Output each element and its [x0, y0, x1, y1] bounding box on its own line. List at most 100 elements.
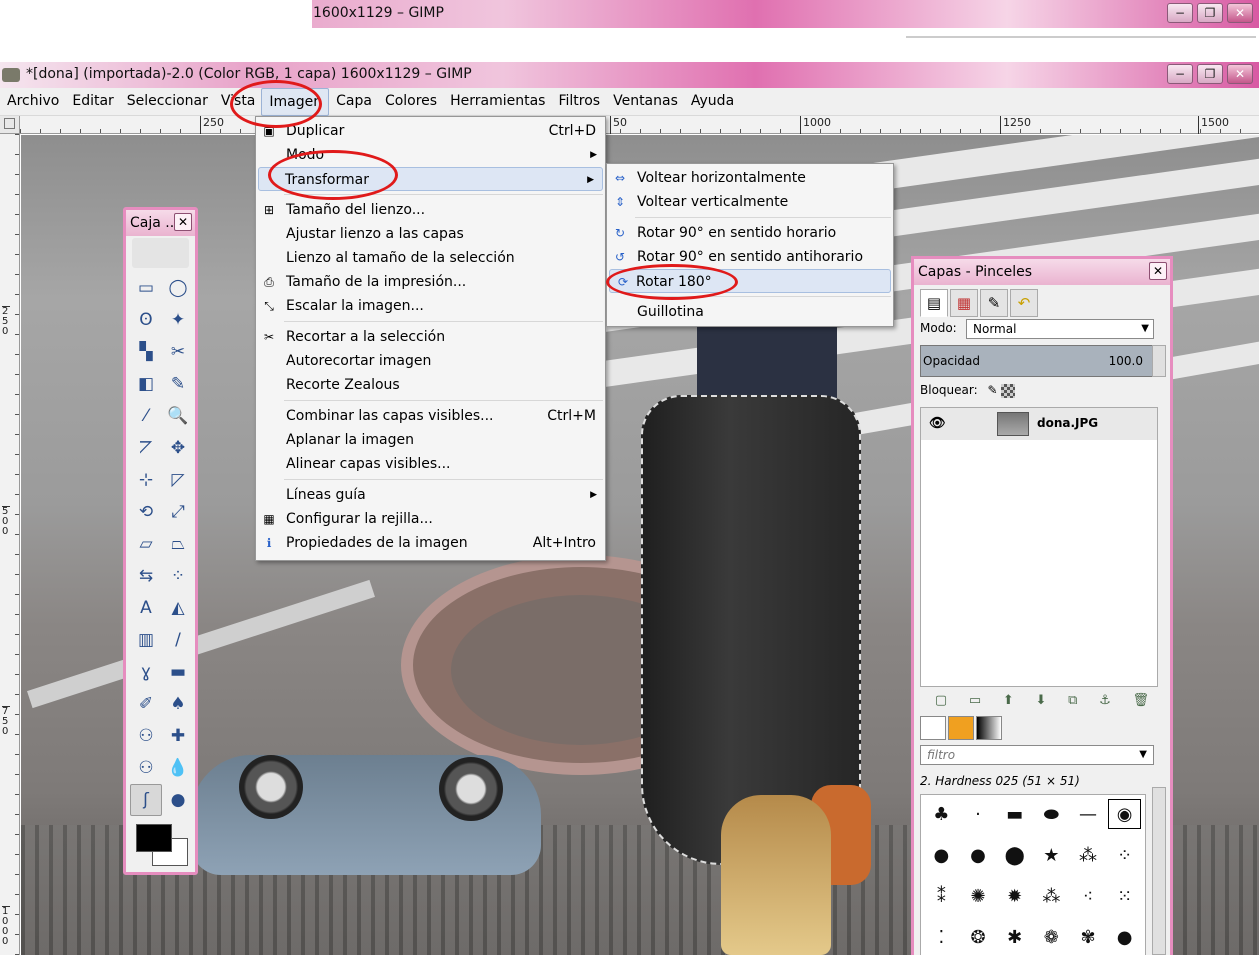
brush-scrollbar[interactable]	[1152, 787, 1166, 955]
minimize-button[interactable]: −	[1167, 64, 1193, 84]
menu-item-escalar[interactable]: ⤡ Escalar la imagen...	[256, 294, 605, 318]
quick-mask-toggle[interactable]	[0, 116, 20, 134]
zoom-icon[interactable]: 🔍	[162, 400, 194, 432]
brush-item[interactable]: ⁚	[925, 922, 958, 952]
lock-pixels-icon[interactable]: ✎	[987, 383, 997, 397]
scale-icon[interactable]: ⤢	[162, 496, 194, 528]
menu-ayuda[interactable]: Ayuda	[684, 88, 740, 116]
foreground-select-icon[interactable]: ◧	[130, 368, 162, 400]
brush-item[interactable]: ·	[962, 799, 995, 829]
brush-item[interactable]: ●	[1108, 922, 1141, 952]
menu-item-guillotina[interactable]: Guillotina	[607, 300, 893, 324]
brush-item[interactable]: ◉	[1108, 799, 1141, 829]
blur-icon[interactable]: 💧	[162, 752, 194, 784]
vertical-ruler[interactable]: 250 500 750 1000	[0, 134, 20, 955]
lasso-icon[interactable]: ʘ	[130, 304, 162, 336]
new-layer-icon[interactable]: ▢	[935, 693, 947, 708]
foreground-color-swatch[interactable]	[136, 824, 172, 852]
menu-archivo[interactable]: Archivo	[0, 88, 65, 116]
menu-item-tamano-lienzo[interactable]: ⊞ Tamaño del lienzo...	[256, 198, 605, 222]
menu-item-alinear-capas[interactable]: Alinear capas visibles...	[256, 452, 605, 476]
menu-item-tamano-impresion[interactable]: ⎙ Tamaño de la impresión...	[256, 270, 605, 294]
shear-icon[interactable]: ▱	[130, 528, 162, 560]
brush-item[interactable]: ⁘	[1108, 840, 1141, 870]
close-button[interactable]: ✕	[1227, 3, 1253, 23]
undo-tab-icon[interactable]: ↶	[1010, 289, 1038, 317]
menu-item-aplanar[interactable]: Aplanar la imagen	[256, 428, 605, 452]
maximize-button[interactable]: ❐	[1197, 64, 1223, 84]
paths-icon[interactable]: ✎	[162, 368, 194, 400]
rect-select-icon[interactable]: ▭	[130, 272, 162, 304]
align-icon[interactable]: ⊹	[130, 464, 162, 496]
menu-item-voltear-vertical[interactable]: ⇕ Voltear verticalmente	[607, 190, 893, 214]
brush-item[interactable]: —	[1072, 799, 1105, 829]
brush-item[interactable]: ●	[925, 840, 958, 870]
rotate-icon[interactable]: ⟲	[130, 496, 162, 528]
menu-item-duplicar[interactable]: ▣ Duplicar Ctrl+D	[256, 119, 605, 143]
minimize-button[interactable]: −	[1167, 3, 1193, 23]
blend-icon[interactable]: ▥	[130, 624, 162, 656]
color-picker-icon[interactable]: ⁄	[130, 400, 162, 432]
text-icon[interactable]: A	[130, 592, 162, 624]
brush-item[interactable]: ⁑	[925, 881, 958, 911]
gimp-window-titlebar[interactable]: *[dona] (importada)-2.0 (Color RGB, 1 ca…	[0, 62, 1259, 88]
raise-layer-icon[interactable]: ⬆	[1003, 693, 1014, 708]
menu-item-recortar-seleccion[interactable]: ✂ Recortar a la selección	[256, 325, 605, 349]
duplicate-layer-icon[interactable]: ⧉	[1068, 693, 1077, 708]
menu-item-rotar-180[interactable]: ⟳ Rotar 180°	[609, 269, 891, 293]
gradients-tab-icon[interactable]	[976, 716, 1002, 740]
menu-colores[interactable]: Colores	[378, 88, 443, 116]
ellipse-select-icon[interactable]: ◯	[162, 272, 194, 304]
menu-item-rotar-90-antihorario[interactable]: ↺ Rotar 90° en sentido antihorario	[607, 245, 893, 269]
paintbrush-icon[interactable]: ɣ	[130, 656, 162, 688]
brushes-tab-icon[interactable]	[920, 716, 946, 740]
dodge-burn-icon[interactable]: ●	[162, 784, 194, 816]
cage-icon[interactable]: ⁘	[162, 560, 194, 592]
brush-item[interactable]: ★	[1035, 840, 1068, 870]
background-window-titlebar[interactable]: 1600x1129 – GIMP − ❐ ✕	[0, 0, 1259, 28]
menu-editar[interactable]: Editar	[65, 88, 119, 116]
menu-item-voltear-horizontal[interactable]: ⇔ Voltear horizontalmente	[607, 166, 893, 190]
fuzzy-select-icon[interactable]: ✦	[162, 304, 194, 336]
brush-item[interactable]: ✾	[1072, 922, 1105, 952]
airbrush-icon[interactable]: ✐	[130, 688, 162, 720]
menu-ventanas[interactable]: Ventanas	[606, 88, 684, 116]
maximize-button[interactable]: ❐	[1197, 3, 1223, 23]
perspective-clone-icon[interactable]: ⚇	[130, 752, 162, 784]
menu-vista[interactable]: Vista	[214, 88, 262, 116]
delete-layer-icon[interactable]: 🗑	[1133, 693, 1150, 708]
layers-tab-icon[interactable]: ▤	[920, 289, 948, 317]
menu-herramientas[interactable]: Herramientas	[443, 88, 551, 116]
channels-tab-icon[interactable]: ▦	[950, 289, 978, 317]
patterns-tab-icon[interactable]	[948, 716, 974, 740]
menu-item-autorecortar[interactable]: Autorecortar imagen	[256, 349, 605, 373]
eye-icon[interactable]: 👁	[929, 416, 946, 431]
eraser-icon[interactable]: ▬	[162, 656, 194, 688]
menu-item-recorte-zealous[interactable]: Recorte Zealous	[256, 373, 605, 397]
lower-layer-icon[interactable]: ⬇	[1036, 693, 1047, 708]
brush-item[interactable]: ⬬	[1035, 799, 1068, 829]
menu-item-propiedades[interactable]: ℹ Propiedades de la imagen Alt+Intro	[256, 531, 605, 555]
scissors-icon[interactable]: ✂	[162, 336, 194, 368]
menu-capa[interactable]: Capa	[329, 88, 378, 116]
menu-item-transformar[interactable]: Transformar ▶	[258, 167, 603, 191]
smudge-icon[interactable]: ʃ	[130, 784, 162, 816]
ink-icon[interactable]: ♠	[162, 688, 194, 720]
menu-item-combinar-capas[interactable]: Combinar las capas visibles... Ctrl+M	[256, 404, 605, 428]
menu-imagen[interactable]: Imagen	[261, 88, 330, 116]
heal-icon[interactable]: ✚	[162, 720, 194, 752]
pencil-icon[interactable]: /	[162, 624, 194, 656]
brush-item[interactable]: ⁂	[1072, 840, 1105, 870]
brush-item[interactable]: ✺	[962, 881, 995, 911]
close-icon[interactable]: ✕	[174, 213, 192, 231]
close-icon[interactable]: ✕	[1149, 262, 1167, 280]
horizontal-ruler[interactable]: 250 50 1000 1250 1500	[20, 116, 1259, 134]
crop-icon[interactable]: ◸	[162, 464, 194, 496]
brush-item[interactable]: ♣	[925, 799, 958, 829]
filter-combo[interactable]: filtro ▼	[920, 745, 1154, 765]
dock-titlebar[interactable]: Capas - Pinceles ✕	[914, 259, 1170, 285]
opacity-slider[interactable]: Opacidad 100.0	[920, 345, 1158, 377]
layer-row[interactable]: 👁 dona.JPG	[921, 408, 1157, 440]
brush-item[interactable]: ✱	[998, 922, 1031, 952]
toolbox-titlebar[interactable]: Caja ... ✕	[126, 210, 195, 236]
